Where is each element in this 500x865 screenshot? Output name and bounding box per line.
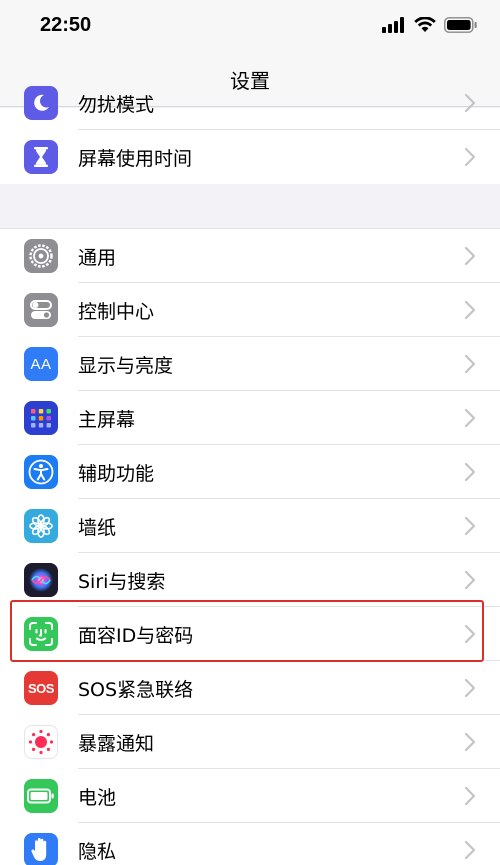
settings-row-label: 隐私: [78, 840, 117, 863]
status-bar: 22:50: [0, 0, 500, 55]
settings-row-emergency-sos[interactable]: SOS SOS紧急联络: [0, 661, 500, 715]
gear-icon: [24, 239, 58, 273]
settings-row-label: 面容ID与密码: [78, 624, 194, 647]
settings-row-exposure-notifications[interactable]: 暴露通知: [0, 715, 500, 769]
chevron-right-icon: [464, 786, 476, 806]
chevron-right-icon: [464, 354, 476, 374]
settings-row-screen-time[interactable]: 屏幕使用时间: [0, 130, 500, 184]
settings-row-wallpaper[interactable]: 墙纸: [0, 499, 500, 553]
chevron-right-icon: [464, 408, 476, 428]
icon-text: SOS: [28, 680, 54, 696]
settings-row-accessibility[interactable]: 辅助功能: [0, 445, 500, 499]
settings-group-main: 通用 控制中心 AA 显示与亮度 主屏幕 辅助功能 墙纸 Siri与搜索 面容I…: [0, 228, 500, 865]
hourglass-icon: [24, 140, 58, 174]
cellular-signal-icon: [382, 17, 404, 33]
moon-icon: [24, 86, 58, 120]
settings-row-label: 暴露通知: [78, 732, 155, 755]
flower-icon: [24, 509, 58, 543]
chevron-right-icon: [464, 246, 476, 266]
chevron-right-icon: [464, 840, 476, 860]
settings-row-label: SOS紧急联络: [78, 678, 194, 701]
siri-icon: [24, 563, 58, 597]
toggles-icon: [24, 293, 58, 327]
chevron-right-icon: [464, 570, 476, 590]
chevron-right-icon: [464, 462, 476, 482]
settings-row-siri-search[interactable]: Siri与搜索: [0, 553, 500, 607]
settings-row-display-brightness[interactable]: AA 显示与亮度: [0, 337, 500, 391]
chevron-right-icon: [464, 147, 476, 167]
chevron-right-icon: [464, 732, 476, 752]
settings-row-label: 辅助功能: [78, 462, 155, 485]
wifi-icon: [414, 17, 436, 32]
settings-row-control-center[interactable]: 控制中心: [0, 283, 500, 337]
battery-icon: [24, 779, 58, 813]
settings-row-label: 主屏幕: [78, 408, 136, 431]
status-time: 22:50: [40, 14, 92, 36]
settings-row-label: Siri与搜索: [78, 570, 166, 593]
settings-row-general[interactable]: 通用: [0, 229, 500, 283]
settings-row-privacy[interactable]: 隐私: [0, 823, 500, 865]
settings-row-label: 控制中心: [78, 300, 155, 323]
icon-text: AA: [30, 355, 52, 373]
chevron-right-icon: [464, 624, 476, 644]
settings-row-battery[interactable]: 电池: [0, 769, 500, 823]
settings-row-label: 墙纸: [78, 516, 117, 539]
settings-row-label: 显示与亮度: [78, 354, 174, 377]
settings-row-label: 通用: [78, 246, 117, 269]
chevron-right-icon: [464, 678, 476, 698]
home-grid-icon: [24, 401, 58, 435]
settings-row-label: 勿扰模式: [78, 93, 155, 116]
chevron-right-icon: [464, 516, 476, 536]
battery-status-icon: [444, 17, 477, 33]
settings-row-do-not-disturb[interactable]: 勿扰模式: [0, 76, 500, 130]
status-icons: [382, 17, 478, 33]
face-id-icon: [24, 617, 58, 651]
sos-icon: SOS: [24, 671, 58, 705]
exposure-icon: [24, 725, 58, 759]
hand-icon: [24, 833, 58, 865]
chevron-right-icon: [464, 93, 476, 113]
settings-row-face-id-passcode[interactable]: 面容ID与密码: [0, 607, 500, 661]
accessibility-icon: [24, 455, 58, 489]
settings-row-home-screen[interactable]: 主屏幕: [0, 391, 500, 445]
settings-row-label: 电池: [78, 786, 117, 809]
settings-group-top: 勿扰模式 屏幕使用时间: [0, 86, 500, 184]
text-size-icon: AA: [24, 347, 58, 381]
chevron-right-icon: [464, 300, 476, 320]
settings-row-label: 屏幕使用时间: [78, 147, 193, 170]
